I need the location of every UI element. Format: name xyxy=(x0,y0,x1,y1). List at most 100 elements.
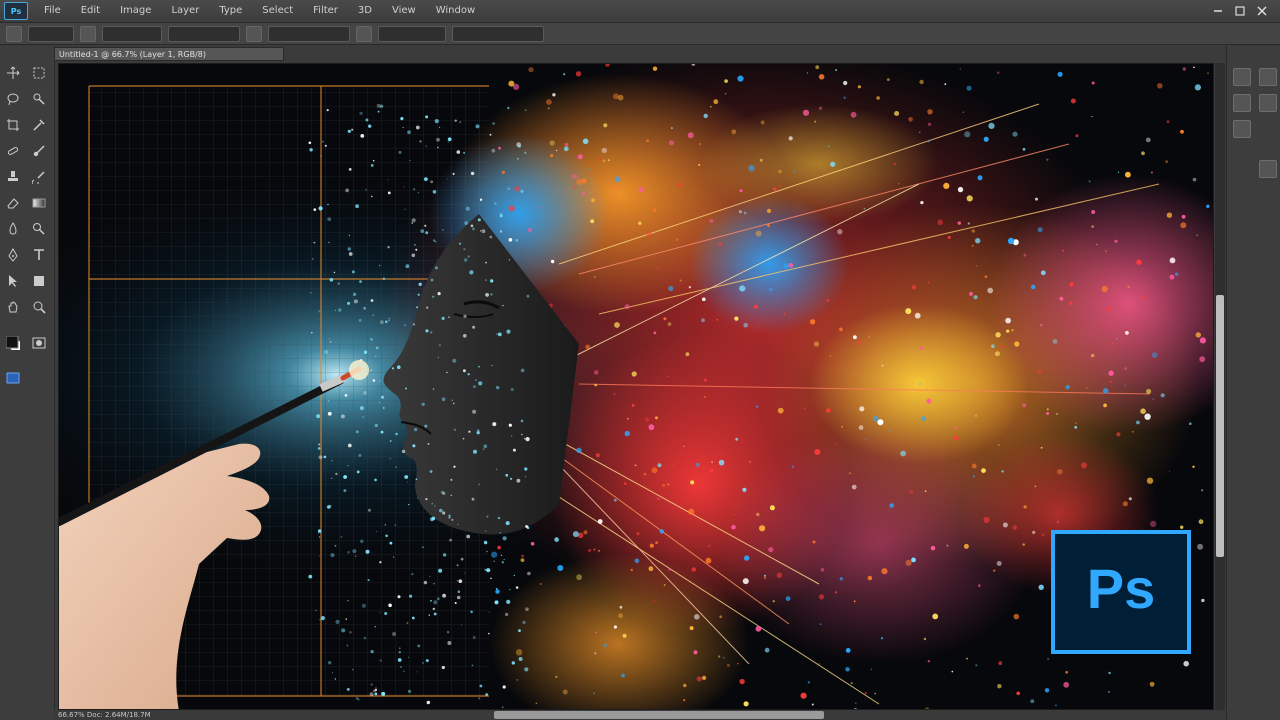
cyan-particle xyxy=(448,514,451,517)
particle xyxy=(722,656,725,659)
options-dropdown-6[interactable] xyxy=(452,25,544,42)
options-toggle-3[interactable] xyxy=(356,25,372,42)
menu-image[interactable]: Image xyxy=(110,0,161,22)
hand-icon[interactable] xyxy=(6,300,20,314)
channels-panel-icon[interactable] xyxy=(1259,68,1277,86)
screen-mode-icon[interactable] xyxy=(6,371,20,385)
particle xyxy=(497,545,501,550)
menu-window[interactable]: Window xyxy=(426,0,485,22)
close-icon[interactable] xyxy=(1256,5,1268,17)
particle xyxy=(550,154,554,158)
crop-icon[interactable] xyxy=(6,118,20,132)
particle xyxy=(661,483,666,487)
cyan-particle xyxy=(413,188,416,191)
cyan-particle xyxy=(318,455,323,460)
menu-edit[interactable]: Edit xyxy=(71,0,110,22)
menu-select[interactable]: Select xyxy=(252,0,303,22)
particle xyxy=(868,335,871,338)
particle xyxy=(1035,197,1038,201)
cyan-particle xyxy=(320,155,323,157)
menu-view[interactable]: View xyxy=(382,0,426,22)
cyan-particle xyxy=(506,599,511,605)
options-toggle-2[interactable] xyxy=(246,25,262,42)
brush-icon[interactable] xyxy=(32,144,46,158)
particle xyxy=(731,129,737,135)
options-dropdown-2[interactable] xyxy=(102,25,162,42)
options-toggle-1[interactable] xyxy=(80,25,96,42)
particle xyxy=(731,524,736,530)
shape-icon[interactable] xyxy=(32,274,46,288)
particle xyxy=(987,287,994,294)
pen-icon[interactable] xyxy=(6,248,20,262)
healing-brush-icon[interactable] xyxy=(6,144,20,158)
eraser-icon[interactable] xyxy=(6,196,20,210)
layers-panel-icon[interactable] xyxy=(1233,120,1251,138)
particle xyxy=(1192,177,1197,182)
history-brush-icon[interactable] xyxy=(32,170,46,184)
options-dropdown-5[interactable] xyxy=(378,25,446,42)
app-badge[interactable]: Ps xyxy=(4,2,28,20)
options-dropdown-4[interactable] xyxy=(268,25,350,42)
particle xyxy=(1107,690,1110,693)
particle xyxy=(685,352,690,357)
particle xyxy=(671,127,673,129)
horizontal-scroll-thumb[interactable] xyxy=(494,711,824,719)
menu-type[interactable]: Type xyxy=(209,0,252,22)
particle xyxy=(1040,446,1043,449)
particle xyxy=(1201,598,1205,603)
menu-layer[interactable]: Layer xyxy=(161,0,209,22)
tool-preset-picker[interactable] xyxy=(6,25,22,42)
particle xyxy=(1075,422,1077,424)
history-panel-icon[interactable] xyxy=(1233,68,1251,86)
menu-file[interactable]: File xyxy=(34,0,71,22)
move-icon[interactable] xyxy=(6,66,20,80)
particle xyxy=(1032,530,1036,534)
cyan-particle xyxy=(469,270,474,275)
eyedropper-icon[interactable] xyxy=(32,118,46,132)
cyan-particle xyxy=(460,624,462,626)
document-tab[interactable]: Untitled-1 @ 66.7% (Layer 1, RGB/8) xyxy=(54,47,284,61)
particle xyxy=(1001,470,1004,473)
maximize-icon[interactable] xyxy=(1234,5,1246,17)
cyan-particle xyxy=(348,234,350,236)
lasso-icon[interactable] xyxy=(6,92,20,106)
particle xyxy=(975,238,981,244)
options-dropdown-3[interactable] xyxy=(168,25,240,42)
cyan-particle xyxy=(404,324,406,326)
cyan-particle xyxy=(326,109,329,112)
gradient-icon[interactable] xyxy=(32,196,46,210)
menu-3d[interactable]: 3D xyxy=(348,0,382,22)
particle xyxy=(655,416,658,420)
minimize-icon[interactable] xyxy=(1212,5,1224,17)
paths-panel-icon[interactable] xyxy=(1259,94,1277,112)
color-panel-icon[interactable] xyxy=(1259,160,1277,178)
cyan-particle xyxy=(370,164,374,167)
menu-filter[interactable]: Filter xyxy=(303,0,348,22)
particle xyxy=(590,219,595,224)
particle xyxy=(563,146,569,152)
blur-icon[interactable] xyxy=(6,222,20,236)
dodge-icon[interactable] xyxy=(32,222,46,236)
quick-mask-icon[interactable] xyxy=(32,336,46,350)
document-canvas[interactable]: Ps xyxy=(58,63,1214,710)
path-select-icon[interactable] xyxy=(6,274,20,288)
cyan-particle xyxy=(425,115,429,119)
cyan-particle xyxy=(485,293,489,297)
particle xyxy=(741,270,744,273)
type-icon[interactable] xyxy=(32,248,46,262)
particle xyxy=(1059,296,1064,301)
clone-stamp-icon[interactable] xyxy=(6,170,20,184)
zoom-icon[interactable] xyxy=(32,300,46,314)
marquee-icon[interactable] xyxy=(32,66,46,80)
properties-panel-icon[interactable] xyxy=(1233,94,1251,112)
cyan-particle xyxy=(340,414,345,419)
foreground-color-icon[interactable] xyxy=(6,336,24,354)
particle xyxy=(698,163,701,166)
particle xyxy=(924,490,927,493)
vertical-scrollbar[interactable] xyxy=(1215,63,1225,710)
quick-select-icon[interactable] xyxy=(32,92,46,106)
cyan-particle xyxy=(433,583,435,585)
scroll-thumb[interactable] xyxy=(1216,295,1224,557)
options-dropdown-1[interactable] xyxy=(28,25,74,42)
particle xyxy=(1149,681,1155,687)
